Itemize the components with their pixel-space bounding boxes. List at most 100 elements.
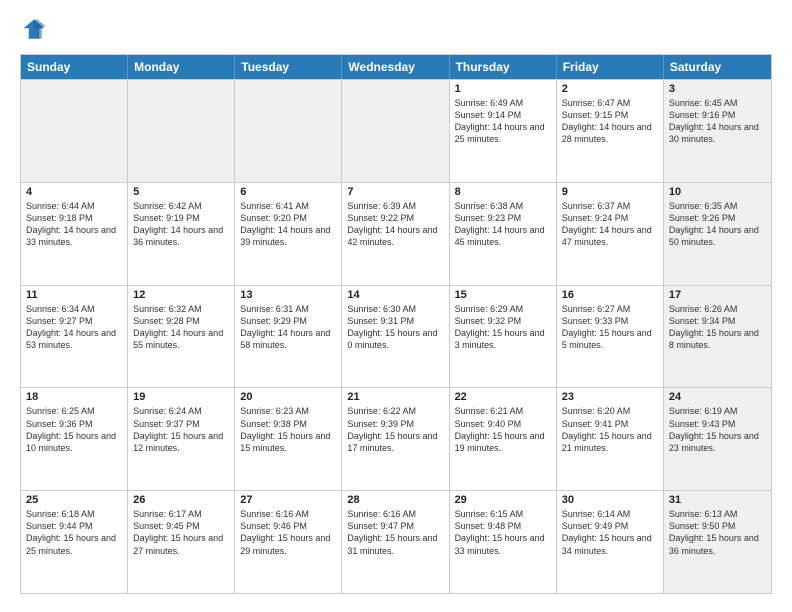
calendar-row-4: 25 Sunrise: 6:18 AM Sunset: 9:44 PM Dayli… — [21, 490, 771, 593]
cal-cell-29: 29 Sunrise: 6:15 AM Sunset: 9:48 PM Dayli… — [450, 491, 557, 593]
cal-cell-25: 25 Sunrise: 6:18 AM Sunset: 9:44 PM Dayli… — [21, 491, 128, 593]
day-header-friday: Friday — [557, 55, 664, 79]
cal-cell-5: 5Sunrise: 6:42 AM Sunset: 9:19 PM Daylig… — [128, 183, 235, 285]
calendar-body: 1Sunrise: 6:49 AM Sunset: 9:14 PM Daylig… — [21, 79, 771, 593]
day-number: 9 — [562, 186, 658, 198]
cell-info: Sunrise: 6:16 AM Sunset: 9:47 PM Dayligh… — [347, 508, 443, 557]
day-number: 2 — [562, 83, 658, 95]
logo-icon — [20, 16, 48, 44]
cal-cell-30: 30 Sunrise: 6:14 AM Sunset: 9:49 PM Dayli… — [557, 491, 664, 593]
cell-info: Sunrise: 6:24 AM Sunset: 9:37 PM Dayligh… — [133, 405, 229, 454]
day-number: 23 — [562, 391, 658, 403]
cell-info: Sunrise: 6:14 AM Sunset: 9:49 PM Dayligh… — [562, 508, 658, 557]
cell-info: Sunrise: 6:19 AM Sunset: 9:43 PM Dayligh… — [669, 405, 766, 454]
day-number: 12 — [133, 289, 229, 301]
cell-info: Sunrise: 6:25 AM Sunset: 9:36 PM Dayligh… — [26, 405, 122, 454]
calendar-row-3: 18 Sunrise: 6:25 AM Sunset: 9:36 PM Dayli… — [21, 387, 771, 490]
cell-info: Sunrise: 6:26 AM Sunset: 9:34 PM Dayligh… — [669, 303, 766, 352]
cal-cell-19: 19 Sunrise: 6:24 AM Sunset: 9:37 PM Dayli… — [128, 388, 235, 490]
cell-info: Sunrise: 6:34 AM Sunset: 9:27 PM Dayligh… — [26, 303, 122, 352]
cal-cell-27: 27Sunrise: 6:16 AM Sunset: 9:46 PM Dayli… — [235, 491, 342, 593]
cell-info: Sunrise: 6:17 AM Sunset: 9:45 PM Dayligh… — [133, 508, 229, 557]
header — [20, 16, 772, 44]
cell-info: Sunrise: 6:23 AM Sunset: 9:38 PM Dayligh… — [240, 405, 336, 454]
cal-cell-15: 15 Sunrise: 6:29 AM Sunset: 9:32 PM Dayli… — [450, 286, 557, 388]
cell-info: Sunrise: 6:35 AM Sunset: 9:26 PM Dayligh… — [669, 200, 766, 249]
day-number: 30 — [562, 494, 658, 506]
cal-cell-16: 16Sunrise: 6:27 AM Sunset: 9:33 PM Dayli… — [557, 286, 664, 388]
cal-cell-7: 7Sunrise: 6:39 AM Sunset: 9:22 PM Daylig… — [342, 183, 449, 285]
day-header-thursday: Thursday — [450, 55, 557, 79]
cal-cell-3: 3Sunrise: 6:45 AM Sunset: 9:16 PM Daylig… — [664, 80, 771, 182]
day-number: 14 — [347, 289, 443, 301]
cal-cell-8: 8 Sunrise: 6:38 AM Sunset: 9:23 PM Daylig… — [450, 183, 557, 285]
day-number: 20 — [240, 391, 336, 403]
cal-cell-6: 6Sunrise: 6:41 AM Sunset: 9:20 PM Daylig… — [235, 183, 342, 285]
logo — [20, 16, 52, 44]
cal-cell-2: 2 Sunrise: 6:47 AM Sunset: 9:15 PM Daylig… — [557, 80, 664, 182]
day-number: 16 — [562, 289, 658, 301]
cal-cell-17: 17 Sunrise: 6:26 AM Sunset: 9:34 PM Dayli… — [664, 286, 771, 388]
day-number: 18 — [26, 391, 122, 403]
cell-info: Sunrise: 6:18 AM Sunset: 9:44 PM Dayligh… — [26, 508, 122, 557]
cal-cell-31: 31 Sunrise: 6:13 AM Sunset: 9:50 PM Dayli… — [664, 491, 771, 593]
cal-cell-21: 21Sunrise: 6:22 AM Sunset: 9:39 PM Dayli… — [342, 388, 449, 490]
day-header-sunday: Sunday — [21, 55, 128, 79]
day-number: 17 — [669, 289, 766, 301]
day-number: 3 — [669, 83, 766, 95]
calendar-header: SundayMondayTuesdayWednesdayThursdayFrid… — [21, 55, 771, 79]
day-number: 13 — [240, 289, 336, 301]
cal-cell-26: 26Sunrise: 6:17 AM Sunset: 9:45 PM Dayli… — [128, 491, 235, 593]
day-header-monday: Monday — [128, 55, 235, 79]
day-number: 11 — [26, 289, 122, 301]
day-number: 29 — [455, 494, 551, 506]
cal-cell-14: 14 Sunrise: 6:30 AM Sunset: 9:31 PM Dayli… — [342, 286, 449, 388]
day-number: 19 — [133, 391, 229, 403]
calendar-row-0: 1Sunrise: 6:49 AM Sunset: 9:14 PM Daylig… — [21, 79, 771, 182]
cal-cell-empty-0-2 — [235, 80, 342, 182]
day-number: 24 — [669, 391, 766, 403]
cal-cell-empty-0-1 — [128, 80, 235, 182]
cell-info: Sunrise: 6:39 AM Sunset: 9:22 PM Dayligh… — [347, 200, 443, 249]
cal-cell-9: 9Sunrise: 6:37 AM Sunset: 9:24 PM Daylig… — [557, 183, 664, 285]
cal-cell-empty-0-3 — [342, 80, 449, 182]
day-header-saturday: Saturday — [664, 55, 771, 79]
cal-cell-empty-0-0 — [21, 80, 128, 182]
cal-cell-18: 18 Sunrise: 6:25 AM Sunset: 9:36 PM Dayli… — [21, 388, 128, 490]
day-number: 22 — [455, 391, 551, 403]
day-header-tuesday: Tuesday — [235, 55, 342, 79]
cal-cell-13: 13 Sunrise: 6:31 AM Sunset: 9:29 PM Dayli… — [235, 286, 342, 388]
cell-info: Sunrise: 6:29 AM Sunset: 9:32 PM Dayligh… — [455, 303, 551, 352]
cell-info: Sunrise: 6:20 AM Sunset: 9:41 PM Dayligh… — [562, 405, 658, 454]
day-number: 31 — [669, 494, 766, 506]
cell-info: Sunrise: 6:31 AM Sunset: 9:29 PM Dayligh… — [240, 303, 336, 352]
day-number: 15 — [455, 289, 551, 301]
page: SundayMondayTuesdayWednesdayThursdayFrid… — [0, 0, 792, 612]
cell-info: Sunrise: 6:44 AM Sunset: 9:18 PM Dayligh… — [26, 200, 122, 249]
cal-cell-12: 12Sunrise: 6:32 AM Sunset: 9:28 PM Dayli… — [128, 286, 235, 388]
calendar: SundayMondayTuesdayWednesdayThursdayFrid… — [20, 54, 772, 594]
cell-info: Sunrise: 6:38 AM Sunset: 9:23 PM Dayligh… — [455, 200, 551, 249]
cal-cell-1: 1Sunrise: 6:49 AM Sunset: 9:14 PM Daylig… — [450, 80, 557, 182]
cal-cell-10: 10 Sunrise: 6:35 AM Sunset: 9:26 PM Dayli… — [664, 183, 771, 285]
day-number: 8 — [455, 186, 551, 198]
calendar-row-1: 4 Sunrise: 6:44 AM Sunset: 9:18 PM Daylig… — [21, 182, 771, 285]
cal-cell-4: 4 Sunrise: 6:44 AM Sunset: 9:18 PM Daylig… — [21, 183, 128, 285]
cell-info: Sunrise: 6:13 AM Sunset: 9:50 PM Dayligh… — [669, 508, 766, 557]
day-number: 5 — [133, 186, 229, 198]
day-number: 28 — [347, 494, 443, 506]
day-number: 10 — [669, 186, 766, 198]
cal-cell-23: 23 Sunrise: 6:20 AM Sunset: 9:41 PM Dayli… — [557, 388, 664, 490]
day-number: 1 — [455, 83, 551, 95]
day-number: 25 — [26, 494, 122, 506]
cal-cell-11: 11 Sunrise: 6:34 AM Sunset: 9:27 PM Dayli… — [21, 286, 128, 388]
cell-info: Sunrise: 6:41 AM Sunset: 9:20 PM Dayligh… — [240, 200, 336, 249]
cell-info: Sunrise: 6:16 AM Sunset: 9:46 PM Dayligh… — [240, 508, 336, 557]
cell-info: Sunrise: 6:30 AM Sunset: 9:31 PM Dayligh… — [347, 303, 443, 352]
day-header-wednesday: Wednesday — [342, 55, 449, 79]
cal-cell-22: 22Sunrise: 6:21 AM Sunset: 9:40 PM Dayli… — [450, 388, 557, 490]
cal-cell-20: 20 Sunrise: 6:23 AM Sunset: 9:38 PM Dayli… — [235, 388, 342, 490]
day-number: 4 — [26, 186, 122, 198]
cell-info: Sunrise: 6:47 AM Sunset: 9:15 PM Dayligh… — [562, 97, 658, 146]
cell-info: Sunrise: 6:15 AM Sunset: 9:48 PM Dayligh… — [455, 508, 551, 557]
